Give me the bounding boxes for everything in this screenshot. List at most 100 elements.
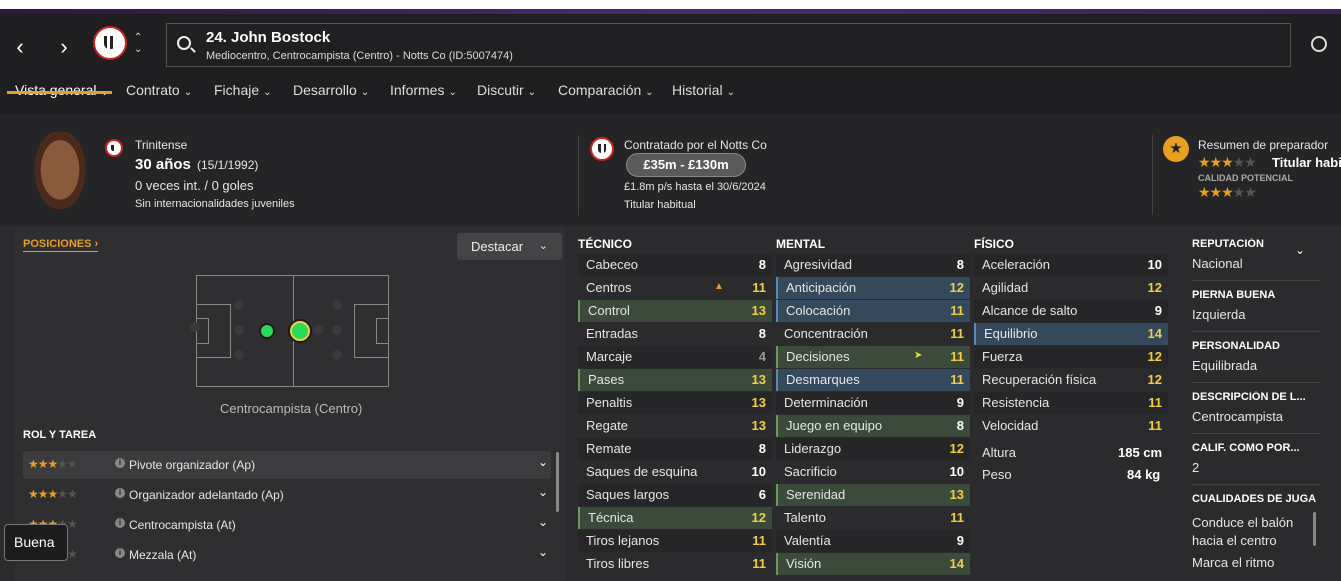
attribute-row[interactable]: Saques largos 6 <box>578 484 772 506</box>
chevron-down-icon: ⌄ <box>645 87 654 98</box>
attribute-row[interactable]: Talento 11 <box>776 507 970 529</box>
attribute-row[interactable]: Agresividad 8 <box>776 254 970 276</box>
attribute-value: 9 <box>956 395 964 410</box>
attribute-name: Visión <box>786 556 822 571</box>
attribute-name: Agresividad <box>784 257 852 272</box>
value-range-pill[interactable]: £35m - £130m <box>626 153 746 177</box>
highlight-dropdown[interactable]: Destacar ⌄ <box>457 233 562 260</box>
attribute-row[interactable]: Saques de esquina 10 <box>578 461 772 483</box>
attribute-row[interactable]: Equilibrio 14 <box>974 323 1168 345</box>
globe-icon[interactable] <box>1311 36 1327 52</box>
attribute-name: Alcance de salto <box>982 303 1078 318</box>
attribute-value: 4 <box>758 349 766 364</box>
info-icon[interactable]: i <box>115 488 125 498</box>
attribute-value: 13 <box>751 395 766 410</box>
attribute-row[interactable]: Resistencia 11 <box>974 392 1168 414</box>
attribute-row[interactable]: Sacrificio 10 <box>776 461 970 483</box>
attribute-row[interactable]: Control 13 <box>578 300 772 322</box>
attribute-row[interactable]: Pases 13 <box>578 369 772 391</box>
attribute-row[interactable]: Entradas 8 <box>578 323 772 345</box>
role-row[interactable]: ★★★★★ i Organizador adelantado (Ap) ⌄ <box>23 481 551 509</box>
attribute-row[interactable]: Regate 13 <box>578 415 772 437</box>
attribute-row[interactable]: Recuperación física 12 <box>974 369 1168 391</box>
qualities-scrollbar[interactable] <box>1313 512 1316 546</box>
youth-caps: Sin internacionalidades juveniles <box>135 198 295 210</box>
role-row[interactable]: ★★★★★ i Pivote organizador (Ap) ⌄ <box>23 451 551 479</box>
attribute-row[interactable]: Valentía 9 <box>776 530 970 552</box>
roles-scrollbar[interactable] <box>556 452 559 512</box>
club-crest-icon[interactable] <box>93 26 127 60</box>
tab-contrato[interactable]: Contrato ⌄ <box>126 82 192 98</box>
attribute-value: 11 <box>1148 395 1162 410</box>
positions-link[interactable]: POSICIONES › <box>23 238 99 252</box>
chevron-down-icon[interactable]: ⌄ <box>538 455 548 469</box>
attribute-name: Centros <box>586 280 632 295</box>
attribute-row[interactable]: Técnica 12 <box>578 507 772 529</box>
height-value: 185 cm <box>1118 445 1163 460</box>
attribute-row[interactable]: Cabeceo 8 <box>578 254 772 276</box>
attribute-row[interactable]: Velocidad 11 <box>974 415 1168 437</box>
tab-desarrollo[interactable]: Desarrollo ⌄ <box>293 82 369 98</box>
attribute-value: 12 <box>949 280 964 295</box>
attribute-row[interactable]: Liderazgo 12 <box>776 438 970 460</box>
chevron-down-icon[interactable]: ⌄ <box>1295 243 1305 257</box>
attribute-name: Técnica <box>588 510 634 525</box>
positions-title: POSICIONES <box>23 238 92 250</box>
attribute-row[interactable]: Agilidad 12 <box>974 277 1168 299</box>
attribute-row[interactable]: Anticipación 12 <box>776 277 970 299</box>
role-row[interactable]: ★★★★★iCentrocampista (At)⌄ <box>23 511 551 539</box>
chevron-down-icon[interactable]: ⌄ <box>538 515 548 529</box>
role-row[interactable]: ★★★★★iMezzala (At)⌄ <box>23 541 551 569</box>
tab-label: Desarrollo <box>293 82 357 98</box>
attribute-name: Valentía <box>784 533 831 548</box>
updown-icon[interactable]: ⌃ ⌄ <box>134 32 142 56</box>
attribute-row[interactable]: Juego en equipo 8 <box>776 415 970 437</box>
wage-text: £1.8m p/s hasta el 30/6/2024 <box>624 181 766 193</box>
attribute-row[interactable]: Tiros lejanos 11 <box>578 530 772 552</box>
attribute-row[interactable]: Desmarques 11 <box>776 369 970 391</box>
attribute-value: 8 <box>956 418 964 433</box>
attribute-row[interactable]: Fuerza 12 <box>974 346 1168 368</box>
attribute-name: Entradas <box>586 326 639 341</box>
attribute-name: Sacrificio <box>784 464 837 479</box>
player-search-box[interactable]: 24. John Bostock Mediocentro, Centrocamp… <box>166 23 1291 67</box>
nation-flag-icon <box>105 139 123 157</box>
attribute-row[interactable]: Decisiones 11 ➤ <box>776 346 970 368</box>
attribute-row[interactable]: Concentración 11 <box>776 323 970 345</box>
tab-vista-general[interactable]: Vista general⌄ <box>15 82 109 98</box>
attribute-row[interactable]: Serenidad 13 <box>776 484 970 506</box>
info-icon[interactable]: i <box>115 518 125 528</box>
foot-label: PIERNA BUENA <box>1192 289 1276 301</box>
attribute-row[interactable]: Colocación 11 <box>776 300 970 322</box>
attribute-name: Desmarques <box>786 372 860 387</box>
attribute-row[interactable]: Determinación 9 <box>776 392 970 414</box>
attribute-row[interactable]: Remate 8 <box>578 438 772 460</box>
tab-historial[interactable]: Historial ⌄ <box>672 82 735 98</box>
attribute-row[interactable]: Alcance de salto 9 <box>974 300 1168 322</box>
divider <box>1152 135 1153 215</box>
chevron-down-icon[interactable]: ⌄ <box>538 485 548 499</box>
attribute-name: Concentración <box>784 326 868 341</box>
tab-label: Discutir <box>477 82 524 98</box>
info-icon[interactable]: i <box>115 548 125 558</box>
attribute-row[interactable]: Marcaje 4 <box>578 346 772 368</box>
chevron-down-icon[interactable]: ⌄ <box>538 545 548 559</box>
attribute-value: 11 <box>950 349 964 364</box>
attribute-value: 14 <box>949 556 964 571</box>
attribute-row[interactable]: Visión 14 <box>776 553 970 575</box>
attribute-row[interactable]: Tiros libres 11 <box>578 553 772 575</box>
tab-label: Contrato <box>126 82 180 98</box>
attribute-row[interactable]: Penaltis 13 <box>578 392 772 414</box>
tab-informes[interactable]: Informes ⌄ <box>390 82 457 98</box>
back-icon[interactable]: ‹ <box>8 36 32 60</box>
tab-comparacion[interactable]: Comparación ⌄ <box>558 82 654 98</box>
tab-fichaje[interactable]: Fichaje ⌄ <box>214 82 272 98</box>
personality-label: PERSONALIDAD <box>1192 340 1281 352</box>
attribute-name: Determinación <box>784 395 868 410</box>
forward-icon[interactable]: › <box>52 36 76 60</box>
attribute-row[interactable]: Aceleración 10 <box>974 254 1168 276</box>
tab-discutir[interactable]: Discutir ⌄ <box>477 82 536 98</box>
info-icon[interactable]: i <box>115 458 125 468</box>
attribute-row[interactable]: Centros 11 ▲ <box>578 277 772 299</box>
player-header: ‹ › ⌃ ⌄ 24. John Bostock Mediocentro, Cen… <box>0 14 1341 114</box>
